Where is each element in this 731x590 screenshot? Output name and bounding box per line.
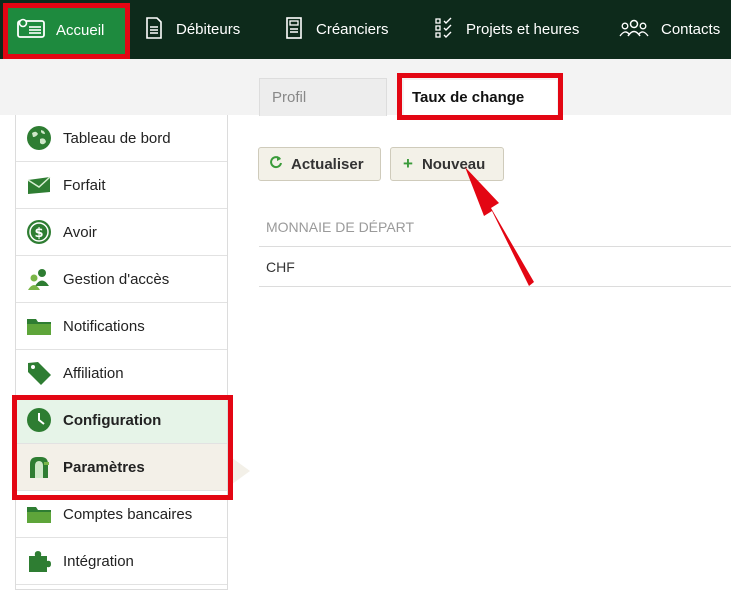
folder-icon — [26, 501, 52, 527]
sidebar-item-label: Notifications — [63, 317, 145, 335]
table-cell: CHF — [266, 258, 295, 275]
selection-pointer — [228, 455, 250, 487]
sidebar-item-affiliation[interactable]: Affiliation — [16, 350, 227, 397]
invoice-icon — [144, 16, 164, 43]
sidebar-item-forfait[interactable]: Forfait — [16, 162, 227, 209]
nav-label: Contacts — [661, 21, 721, 38]
tag-icon — [26, 360, 52, 386]
button-label: Actualiser — [291, 155, 364, 173]
clock-icon — [26, 407, 52, 433]
mail-icon — [26, 172, 52, 198]
sidebar-item-avoir[interactable]: $ Avoir — [16, 209, 227, 256]
mailbox-icon — [26, 454, 52, 480]
tab-label: Taux de change — [412, 89, 525, 106]
users-icon — [26, 266, 52, 292]
puzzle-icon — [26, 548, 52, 574]
sidebar-item-label: Configuration — [63, 411, 162, 429]
globe-icon — [26, 125, 52, 151]
sidebar-item-label: Tableau de bord — [63, 129, 171, 147]
tab-taux-de-change[interactable]: Taux de change — [404, 80, 557, 115]
settings-sidebar: Tableau de bord Forfait $ Avoir Gestion … — [15, 115, 228, 590]
sidebar-item-label: Affiliation — [63, 364, 124, 382]
sidebar-item-label: Avoir — [63, 223, 97, 241]
plus-icon: + — [403, 154, 413, 173]
refresh-icon — [270, 155, 283, 173]
checklist-icon — [434, 17, 454, 43]
folder-icon — [26, 313, 52, 339]
nav-item-contacts[interactable]: Contacts — [619, 0, 720, 59]
nav-label: Créanciers — [316, 21, 389, 38]
nav-label: Accueil — [56, 21, 105, 39]
column-header-label: MONNAIE DE DÉPART — [266, 218, 415, 235]
sidebar-item-label: Gestion d'accès — [63, 270, 170, 288]
nav-label: Projets et heures — [466, 21, 580, 38]
people-icon — [619, 17, 649, 43]
dollar-icon: $ — [26, 219, 52, 245]
sidebar-item-integration[interactable]: Intégration — [16, 538, 227, 585]
sidebar-item-label: Comptes bancaires — [63, 505, 193, 523]
tab-profil[interactable]: Profil — [259, 78, 387, 116]
annotation-arrow — [465, 167, 534, 286]
tab-label: Profil — [272, 89, 307, 106]
home-dashboard-icon — [16, 17, 46, 43]
nav-item-creanciers[interactable]: Créanciers — [284, 0, 389, 59]
nav-item-accueil[interactable]: Accueil — [8, 5, 128, 55]
nav-item-projets[interactable]: Projets et heures — [434, 0, 579, 59]
top-navigation: Accueil Débiteurs Créanciers Projets et … — [0, 0, 731, 59]
sidebar-item-notifications[interactable]: Notifications — [16, 303, 227, 350]
refresh-button[interactable]: Actualiser — [258, 147, 381, 181]
nav-item-debiteurs[interactable]: Débiteurs — [144, 0, 240, 59]
sidebar-item-comptes-bancaires[interactable]: Comptes bancaires — [16, 491, 227, 538]
sidebar-item-tableau-de-bord[interactable]: Tableau de bord — [16, 115, 227, 162]
bill-icon — [284, 16, 304, 43]
sidebar-item-parametres[interactable]: Paramètres — [16, 444, 227, 491]
sidebar-item-gestion-acces[interactable]: Gestion d'accès — [16, 256, 227, 303]
nav-label: Débiteurs — [176, 21, 241, 38]
sidebar-item-configuration[interactable]: Configuration — [16, 397, 227, 444]
sidebar-item-label: Forfait — [63, 176, 106, 194]
svg-text:$: $ — [34, 226, 43, 241]
sidebar-item-label: Paramètres — [63, 458, 145, 476]
sidebar-item-label: Intégration — [63, 552, 134, 570]
